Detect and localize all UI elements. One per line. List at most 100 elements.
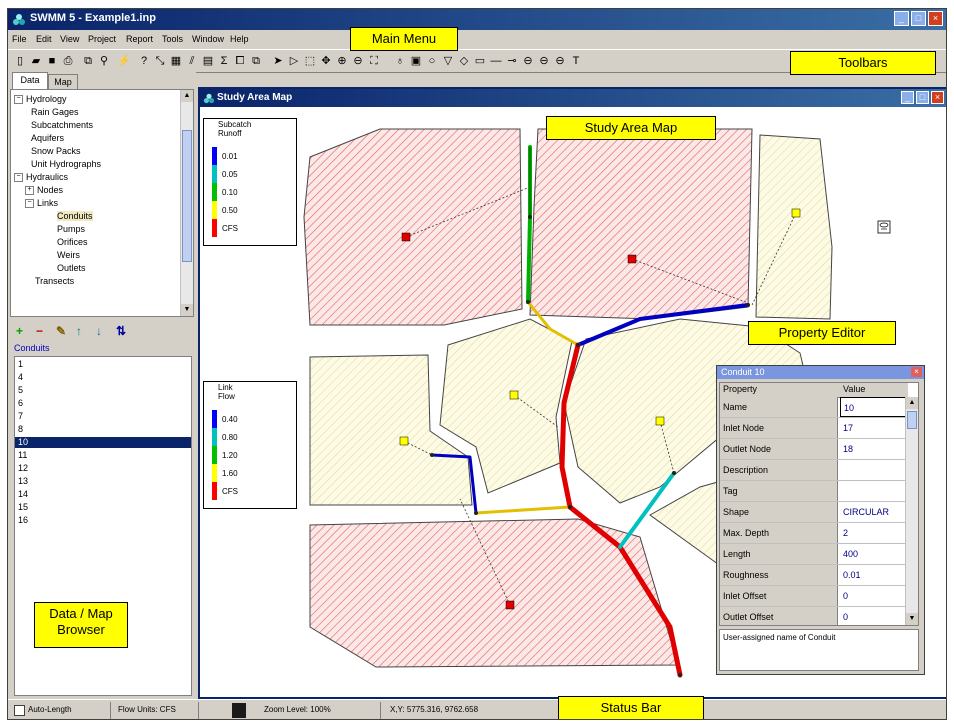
outlet-icon[interactable]: ⊖ (552, 53, 568, 69)
subcatchment-polygon[interactable] (303, 128, 523, 326)
tree-item-snow-packs[interactable]: Snow Packs (31, 146, 81, 156)
subcatchment-runoff-legend[interactable]: Subcatch Runoff 0.01 0.05 0.10 0.50 CFS (203, 118, 297, 246)
rain-gage-icon[interactable]: ♁ (392, 53, 408, 69)
property-value-input[interactable]: 10 (840, 397, 908, 417)
tree-item-unit-hydrographs[interactable]: Unit Hydrographs (31, 159, 101, 169)
vertex-select-icon[interactable]: ▷ (286, 53, 302, 69)
pump-icon[interactable]: ⊸ (504, 53, 520, 69)
tree-item-pumps[interactable]: Pumps (57, 224, 85, 234)
delete-object-icon[interactable]: − (36, 324, 43, 338)
subcatchment-centroid[interactable] (627, 254, 637, 264)
tree-item-nodes[interactable]: + Nodes (25, 185, 63, 196)
copy-icon[interactable]: ⧉ (80, 53, 96, 69)
auto-length-checkbox[interactable] (14, 705, 25, 716)
map-maximize-button[interactable]: □ (916, 91, 929, 104)
tree-item-outlets[interactable]: Outlets (57, 263, 86, 273)
options-icon[interactable]: ⧠ (232, 53, 248, 69)
subcatchment-centroid[interactable] (655, 416, 665, 426)
list-item[interactable]: 16 (18, 515, 188, 526)
list-item[interactable]: 1 (18, 359, 188, 370)
junction-node[interactable] (576, 343, 580, 347)
tab-map[interactable]: Map (48, 74, 78, 89)
subcatchment-polygon[interactable] (529, 128, 753, 320)
menu-report[interactable]: Report (126, 34, 153, 44)
property-row-shape[interactable]: Shape CIRCULAR (720, 502, 908, 523)
link-flow-legend[interactable]: Link Flow 0.40 0.80 1.20 1.60 CFS (203, 381, 297, 509)
list-item[interactable]: 7 (18, 411, 188, 422)
junction-node[interactable] (430, 453, 434, 457)
junction-node[interactable] (568, 505, 572, 509)
conduit-link[interactable] (474, 505, 572, 515)
subcatchment-polygon[interactable] (755, 134, 833, 320)
window-arrange-icon[interactable]: ⧉ (248, 53, 264, 69)
menu-view[interactable]: View (60, 34, 79, 44)
tree-scrollbar[interactable]: ▲ ▼ (180, 90, 193, 316)
save-icon[interactable]: ■ (44, 53, 60, 69)
menu-file[interactable]: File (12, 34, 27, 44)
property-row-roughness[interactable]: Roughness 0.01 (720, 565, 908, 586)
close-icon[interactable]: × (911, 367, 922, 377)
subcatchment-centroid[interactable] (401, 232, 411, 242)
scroll-up-icon[interactable]: ▲ (181, 90, 193, 102)
list-item[interactable]: 11 (18, 450, 188, 461)
print-icon[interactable]: ⎙ (60, 53, 76, 69)
property-row-description[interactable]: Description (720, 460, 908, 481)
region-select-icon[interactable]: ⬚ (302, 53, 318, 69)
property-row-inlet-offset[interactable]: Inlet Offset 0 (720, 586, 908, 607)
query-icon[interactable]: ? (136, 53, 152, 69)
minimize-button[interactable]: _ (894, 11, 909, 26)
list-item[interactable]: 5 (18, 385, 188, 396)
tree-item-orifices[interactable]: Orifices (57, 237, 88, 247)
menu-help[interactable]: Help (230, 34, 249, 44)
divider-icon[interactable]: ◇ (456, 53, 472, 69)
tree-item-conduits[interactable]: Conduits (57, 211, 93, 221)
collapse-icon[interactable]: − (14, 173, 23, 183)
zoom-out-icon[interactable]: ⊖ (350, 53, 366, 69)
property-row-name[interactable]: Name 10 (720, 397, 908, 418)
tree-item-links[interactable]: − Links (25, 198, 58, 209)
subcatchment-icon[interactable]: ▣ (408, 53, 424, 69)
junction-node[interactable] (474, 511, 478, 515)
statistics-icon[interactable]: Σ (216, 53, 232, 69)
menu-project[interactable]: Project (88, 34, 116, 44)
property-row-max-depth[interactable]: Max. Depth 2 (720, 523, 908, 544)
scroll-up-icon[interactable]: ▲ (906, 397, 918, 409)
new-file-icon[interactable]: ▯ (12, 53, 28, 69)
junction-node[interactable] (678, 673, 682, 677)
tab-data[interactable]: Data (12, 72, 48, 89)
move-down-icon[interactable]: ↓ (96, 324, 102, 338)
run-icon[interactable]: ⚡ (116, 53, 132, 69)
scroll-down-icon[interactable]: ▼ (906, 613, 918, 625)
add-object-icon[interactable]: + (16, 324, 23, 338)
tree-item-transects[interactable]: Transects (35, 276, 74, 286)
junction-node[interactable] (528, 215, 532, 219)
list-item[interactable]: 13 (18, 476, 188, 487)
graph-icon[interactable]: ⫽ (184, 53, 200, 69)
orifice-icon[interactable]: ⊖ (520, 53, 536, 69)
conduit-icon[interactable]: — (488, 53, 504, 69)
list-item[interactable]: 4 (18, 372, 188, 383)
junction-icon[interactable]: ○ (424, 53, 440, 69)
map-minimize-button[interactable]: _ (901, 91, 914, 104)
list-item[interactable]: 15 (18, 502, 188, 513)
property-grid-scrollbar[interactable]: ▲ ▼ (905, 397, 918, 625)
junction-node[interactable] (526, 300, 530, 304)
list-item[interactable]: 12 (18, 463, 188, 474)
subcatchment-centroid[interactable] (509, 390, 519, 400)
junction-node[interactable] (746, 303, 750, 307)
outfall-icon[interactable]: ▽ (440, 53, 456, 69)
scrollbar-thumb[interactable] (907, 411, 917, 429)
expand-icon[interactable]: + (25, 186, 34, 196)
select-arrow-icon[interactable]: ➤ (270, 53, 286, 69)
scrollbar-thumb[interactable] (182, 130, 192, 262)
zoom-in-icon[interactable]: ⊕ (334, 53, 350, 69)
property-row-tag[interactable]: Tag (720, 481, 908, 502)
full-extent-icon[interactable]: ⛶ (366, 53, 382, 69)
subcatchment-centroid[interactable] (399, 436, 409, 446)
edit-object-icon[interactable]: ✎ (56, 324, 66, 338)
property-row-length[interactable]: Length 400 (720, 544, 908, 565)
collapse-icon[interactable]: − (25, 199, 34, 209)
move-up-icon[interactable]: ↑ (76, 324, 82, 338)
tree-item-hydrology[interactable]: − Hydrology (14, 94, 67, 105)
property-row-outlet-node[interactable]: Outlet Node 18 (720, 439, 908, 460)
